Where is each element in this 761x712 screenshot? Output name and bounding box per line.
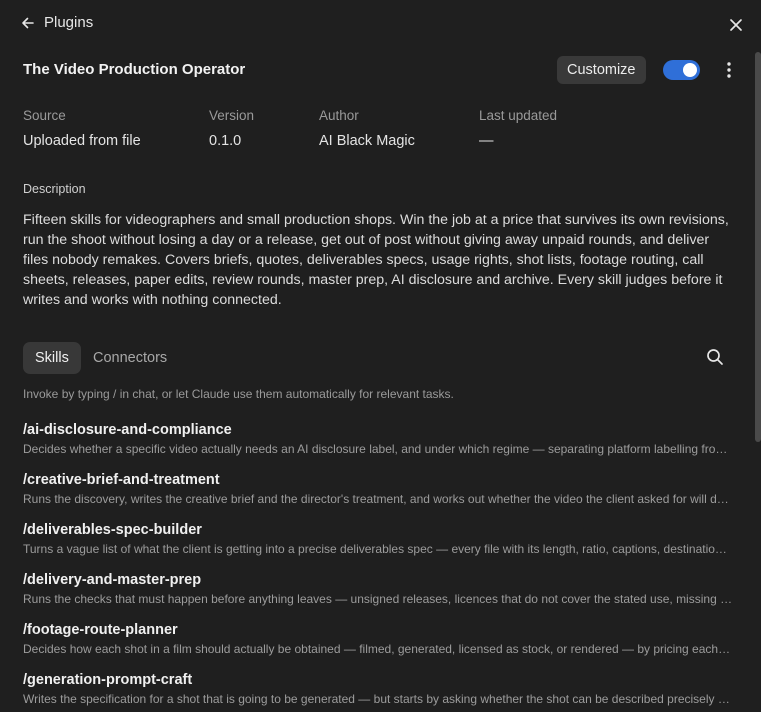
skill-name: /generation-prompt-craft — [23, 672, 193, 688]
skill-description: Runs the discovery, writes the creative … — [23, 492, 733, 506]
skill-description: Turns a vague list of what the client is… — [23, 542, 733, 556]
plugin-metadata: Source Uploaded from file Version 0.1.0 … — [23, 108, 739, 154]
toggle-knob — [683, 63, 697, 77]
skill-item[interactable]: /deliverables-spec-builder Turns a vague… — [23, 522, 733, 568]
plugin-detail-panel: Plugins The Video Production Operator Cu… — [0, 0, 761, 712]
meta-value: — — [479, 133, 494, 149]
description-text: Fifteen skills for videographers and sma… — [23, 212, 729, 308]
tab-connectors[interactable]: Connectors — [93, 342, 167, 374]
skill-description: Writes the specification for a shot that… — [23, 692, 733, 706]
plugin-title-row: The Video Production Operator Customize — [23, 56, 739, 86]
skill-name: /footage-route-planner — [23, 622, 178, 638]
meta-source: Source Uploaded from file — [23, 108, 141, 149]
skill-item[interactable]: /generation-prompt-craft Writes the spec… — [23, 672, 733, 710]
meta-label: Last updated — [479, 108, 558, 123]
plugin-title: The Video Production Operator — [23, 61, 246, 78]
skill-name: /delivery-and-master-prep — [23, 572, 202, 588]
skill-item[interactable]: /creative-brief-and-treatment Runs the d… — [23, 472, 733, 518]
skill-name: /ai-disclosure-and-compliance — [23, 422, 232, 438]
more-options-icon[interactable] — [721, 60, 737, 80]
meta-label: Author — [319, 108, 359, 123]
header-bar: Plugins — [0, 0, 761, 52]
meta-label: Version — [209, 108, 255, 123]
tab-bar: Skills Connectors — [23, 342, 739, 374]
description-label: Description — [23, 182, 86, 196]
meta-value: 0.1.0 — [209, 133, 242, 149]
customize-button[interactable]: Customize — [557, 56, 646, 84]
meta-last-updated: Last updated — — [479, 108, 557, 149]
skill-item[interactable]: /footage-route-planner Decides how each … — [23, 622, 733, 668]
meta-value: AI Black Magic — [319, 133, 415, 149]
close-icon[interactable] — [727, 16, 745, 34]
back-button[interactable]: Plugins — [20, 14, 93, 31]
skill-name: /creative-brief-and-treatment — [23, 472, 220, 488]
plugin-enabled-toggle[interactable] — [663, 60, 700, 80]
skill-description: Decides how each shot in a film should a… — [23, 642, 733, 656]
scrollbar-thumb[interactable] — [755, 52, 761, 442]
meta-author: Author AI Black Magic — [319, 108, 415, 149]
arrow-left-icon — [22, 17, 34, 28]
back-label: Plugins — [44, 14, 94, 31]
skill-description: Decides whether a specific video actuall… — [23, 442, 733, 456]
meta-value: Uploaded from file — [23, 133, 141, 149]
skill-item[interactable]: /ai-disclosure-and-compliance Decides wh… — [23, 422, 733, 468]
skill-name: /deliverables-spec-builder — [23, 522, 202, 538]
search-icon[interactable] — [706, 348, 724, 366]
tab-skills[interactable]: Skills — [23, 342, 81, 374]
meta-label: Source — [23, 108, 66, 123]
meta-version: Version 0.1.0 — [209, 108, 254, 149]
skill-description: Runs the checks that must happen before … — [23, 592, 733, 606]
skills-hint: Invoke by typing / in chat, or let Claud… — [23, 387, 454, 401]
skill-item[interactable]: /delivery-and-master-prep Runs the check… — [23, 572, 733, 618]
